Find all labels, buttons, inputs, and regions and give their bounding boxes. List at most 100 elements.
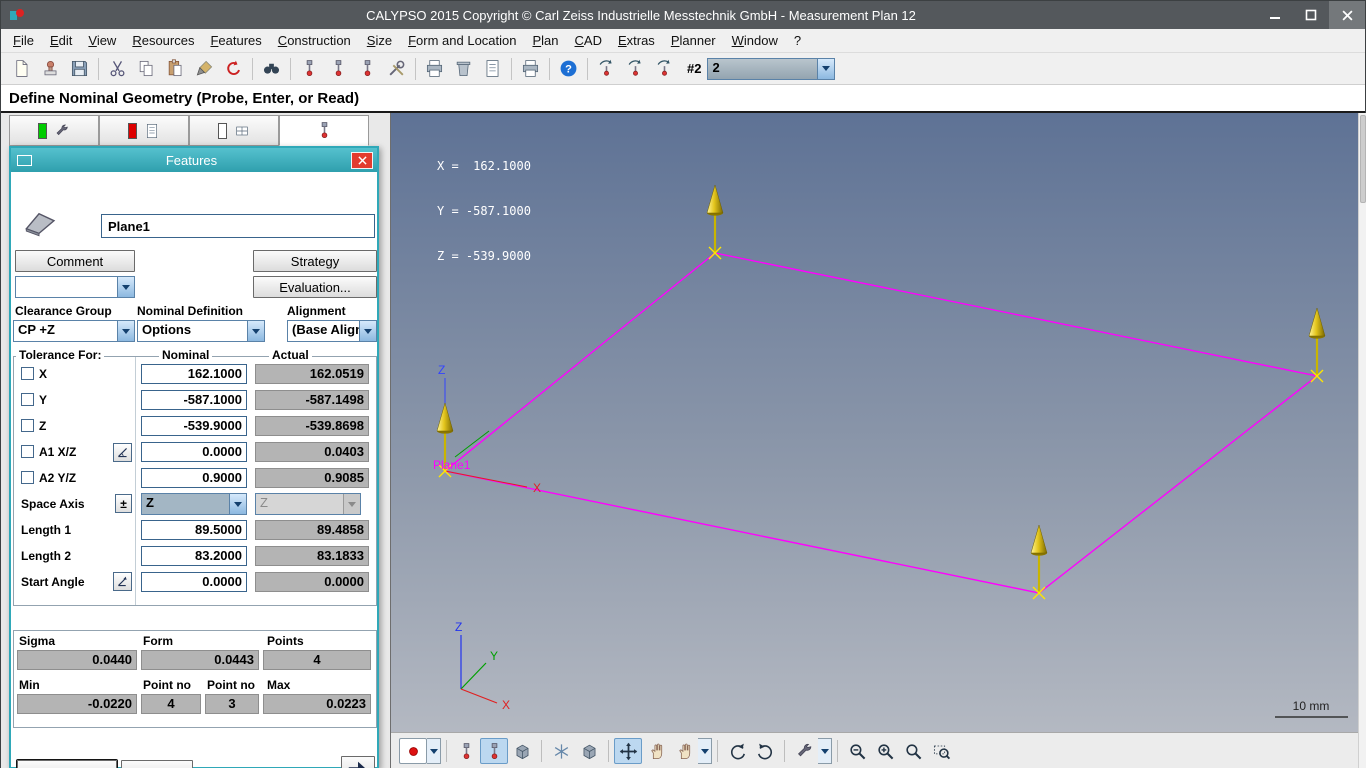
projection-selector[interactable] [15, 276, 135, 298]
probe-rotate-3-button[interactable] [650, 55, 679, 82]
probe-point-dropdown[interactable] [427, 738, 441, 764]
minimize-button[interactable] [1257, 1, 1293, 29]
nominal-definition-selector[interactable]: Options [137, 320, 265, 342]
pan-hand-button[interactable] [642, 738, 670, 764]
rotate-cw-button[interactable] [751, 738, 779, 764]
maximize-button[interactable] [1293, 1, 1329, 29]
plane-name-label[interactable]: Plane1 [433, 458, 471, 472]
tab-table[interactable] [189, 115, 279, 146]
strategy-button[interactable]: Strategy [253, 250, 377, 272]
tolerance-y-checkbox[interactable] [21, 393, 34, 406]
menu-window[interactable]: Window [724, 30, 786, 51]
new-button[interactable] [7, 55, 36, 82]
menu-view[interactable]: View [80, 30, 124, 51]
clearance-group-selector[interactable]: CP +Z [13, 320, 135, 342]
feature-name-input[interactable] [101, 214, 375, 238]
show-probe-button[interactable] [452, 738, 480, 764]
rotate-ccw-button[interactable] [723, 738, 751, 764]
plane-outline[interactable] [443, 252, 1319, 594]
cut-button[interactable] [103, 55, 132, 82]
start-angle-nominal-field[interactable]: 0.0000 [141, 572, 247, 592]
save-button[interactable] [65, 55, 94, 82]
move-mode-button[interactable] [614, 738, 642, 764]
pan-xyz-dropdown[interactable] [698, 738, 712, 764]
scrollbar-thumb[interactable] [1360, 115, 1366, 203]
ok-button[interactable]: OK [17, 760, 117, 768]
feature-selector-dropdown[interactable] [817, 58, 835, 79]
delete-button[interactable] [449, 55, 478, 82]
tab-report[interactable] [99, 115, 189, 146]
menu-edit[interactable]: Edit [42, 30, 80, 51]
comment-button[interactable]: Comment [15, 250, 135, 272]
alignment-selector[interactable]: (Base Alignme [287, 320, 377, 342]
menu-extras[interactable]: Extras [610, 30, 663, 51]
paste-button[interactable] [161, 55, 190, 82]
a1-angle-button[interactable] [113, 443, 132, 462]
feature-selector[interactable]: 2 [707, 57, 836, 80]
projection-dropdown[interactable] [117, 277, 134, 297]
protocol-button[interactable] [478, 55, 507, 82]
x-nominal-field[interactable]: 162.1000 [141, 364, 247, 384]
tools-button[interactable] [382, 55, 411, 82]
freeze-view-button[interactable] [547, 738, 575, 764]
tab-measurement[interactable] [9, 115, 99, 146]
copy-button[interactable] [132, 55, 161, 82]
probe-config-button[interactable] [353, 55, 382, 82]
length2-nominal-field[interactable]: 83.2000 [141, 546, 247, 566]
format-brush-button[interactable] [190, 55, 219, 82]
show-probe-points-button[interactable] [480, 738, 508, 764]
zoom-box-button[interactable] [927, 738, 955, 764]
alignment-dropdown[interactable] [359, 321, 376, 341]
pan-xyz-button[interactable] [670, 738, 698, 764]
probe-change-button[interactable] [295, 55, 324, 82]
menu-resources[interactable]: Resources [124, 30, 202, 51]
zoom-button[interactable] [899, 738, 927, 764]
menu-plan[interactable]: Plan [524, 30, 566, 51]
dialog-close-button[interactable] [351, 151, 373, 169]
space-axis-sign-button[interactable]: ± [115, 494, 132, 513]
menu-size[interactable]: Size [359, 30, 400, 51]
view-tools-button[interactable] [790, 738, 818, 764]
tab-probe[interactable] [279, 115, 369, 146]
space-axis-nominal-dropdown[interactable] [229, 494, 246, 514]
evaluation-button[interactable]: Evaluation... [253, 276, 377, 298]
tolerance-x-checkbox[interactable] [21, 367, 34, 380]
next-feature-button[interactable] [341, 756, 375, 768]
tolerance-a1-checkbox[interactable] [21, 445, 34, 458]
clearance-group-dropdown[interactable] [117, 321, 134, 341]
menu-features[interactable]: Features [202, 30, 269, 51]
show-cad-button[interactable] [508, 738, 536, 764]
menu-form-and-location[interactable]: Form and Location [400, 30, 524, 51]
probe-edit-button[interactable] [324, 55, 353, 82]
solid-view-button[interactable] [575, 738, 603, 764]
menu-cad[interactable]: CAD [567, 30, 610, 51]
space-axis-nominal-selector[interactable]: Z [141, 493, 247, 515]
help-button[interactable] [554, 55, 583, 82]
a2-nominal-field[interactable]: 0.9000 [141, 468, 247, 488]
tolerance-a2-checkbox[interactable] [21, 471, 34, 484]
close-button[interactable] [1329, 1, 1365, 29]
length1-nominal-field[interactable]: 89.5000 [141, 520, 247, 540]
cad-viewport[interactable]: X = 162.1000 Y = -587.1000 Z = -539.9000 [390, 113, 1358, 768]
features-dialog-titlebar[interactable]: Features [11, 148, 377, 172]
print-preview-button[interactable] [516, 55, 545, 82]
menu-planner[interactable]: Planner [663, 30, 724, 51]
viewport-scrollbar[interactable] [1358, 113, 1366, 768]
menu-construction[interactable]: Construction [270, 30, 359, 51]
find-button[interactable] [257, 55, 286, 82]
undo-button[interactable] [219, 55, 248, 82]
menu-file[interactable]: File [5, 30, 42, 51]
a1-nominal-field[interactable]: 0.0000 [141, 442, 247, 462]
menu-help[interactable]: ? [786, 30, 809, 51]
tolerance-z-checkbox[interactable] [21, 419, 34, 432]
scene-canvas[interactable]: Z X Plane1 Z Y X 10 mm [391, 113, 1359, 768]
y-nominal-field[interactable]: -587.1000 [141, 390, 247, 410]
probe-rotate-1-button[interactable] [592, 55, 621, 82]
zoom-out-button[interactable] [843, 738, 871, 764]
print-button[interactable] [420, 55, 449, 82]
zoom-in-button[interactable] [871, 738, 899, 764]
view-tools-dropdown[interactable] [818, 738, 832, 764]
reset-button[interactable]: Reset [121, 760, 193, 768]
probe-point-button[interactable] [399, 738, 427, 764]
z-nominal-field[interactable]: -539.9000 [141, 416, 247, 436]
